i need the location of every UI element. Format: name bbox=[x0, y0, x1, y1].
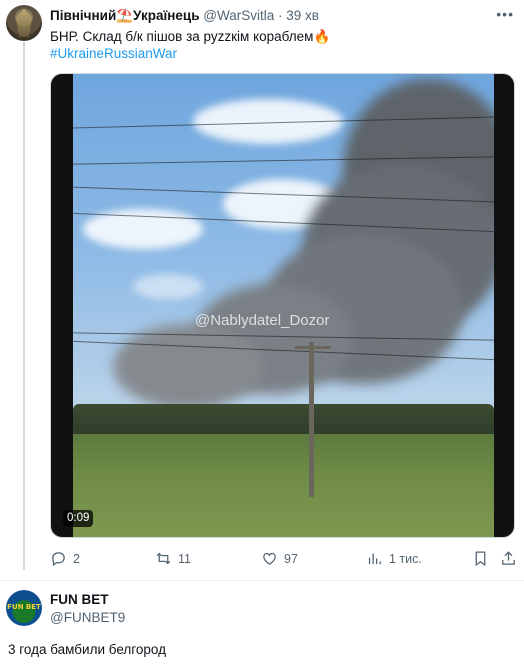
avatar[interactable] bbox=[6, 5, 42, 41]
retweet-icon bbox=[156, 552, 171, 565]
tweet-text: БНР. Склад б/к пішов за руzzкім кораблем… bbox=[50, 29, 331, 44]
tweet-actions-bar: 2 11 97 1 тис. bbox=[50, 550, 515, 570]
reply-count: 2 bbox=[73, 551, 80, 566]
video-frame: @Nablydatel_Dozor bbox=[73, 74, 494, 537]
bookmark-icon bbox=[475, 551, 486, 567]
reply-avatar-logo-text: FUN BET bbox=[7, 603, 41, 611]
like-button[interactable]: 97 bbox=[261, 550, 298, 567]
analytics-icon bbox=[368, 553, 381, 565]
share-icon bbox=[502, 551, 515, 565]
hashtag-link[interactable]: #UkraineRussianWar bbox=[50, 45, 177, 62]
reply-text: 3 года бамбили белгород bbox=[8, 642, 166, 657]
reply-avatar[interactable]: FUN BET bbox=[6, 590, 42, 626]
video-duration-badge: 0:09 bbox=[63, 510, 94, 527]
retweet-count: 11 bbox=[178, 551, 191, 566]
timestamp[interactable]: 39 хв bbox=[286, 8, 319, 23]
reply-author-name[interactable]: FUN BET bbox=[50, 592, 109, 607]
views-button[interactable]: 1 тис. bbox=[366, 550, 422, 567]
reply-button[interactable]: 2 bbox=[50, 550, 80, 567]
like-count: 97 bbox=[284, 551, 298, 566]
video-watermark: @Nablydatel_Dozor bbox=[195, 312, 330, 329]
tweet-header: Північний⛱️Українець @WarSvitla · 39 хв bbox=[50, 8, 319, 24]
share-button[interactable] bbox=[500, 550, 517, 567]
heart-icon bbox=[263, 552, 276, 565]
separator-dot: · bbox=[278, 8, 283, 23]
bookmark-button[interactable] bbox=[472, 550, 489, 567]
view-count: 1 тис. bbox=[389, 551, 422, 566]
divider bbox=[0, 580, 524, 581]
reply-author-handle[interactable]: @FUNBET9 bbox=[50, 610, 125, 625]
retweet-button[interactable]: 11 bbox=[155, 550, 191, 567]
author-name[interactable]: Північний⛱️Українець bbox=[50, 8, 200, 23]
more-options-icon[interactable]: ••• bbox=[496, 6, 514, 22]
reply-icon bbox=[52, 552, 65, 567]
thread-connector-line bbox=[23, 42, 25, 570]
author-handle[interactable]: @WarSvitla bbox=[203, 8, 274, 23]
video-player[interactable]: @Nablydatel_Dozor 0:09 bbox=[50, 73, 515, 538]
